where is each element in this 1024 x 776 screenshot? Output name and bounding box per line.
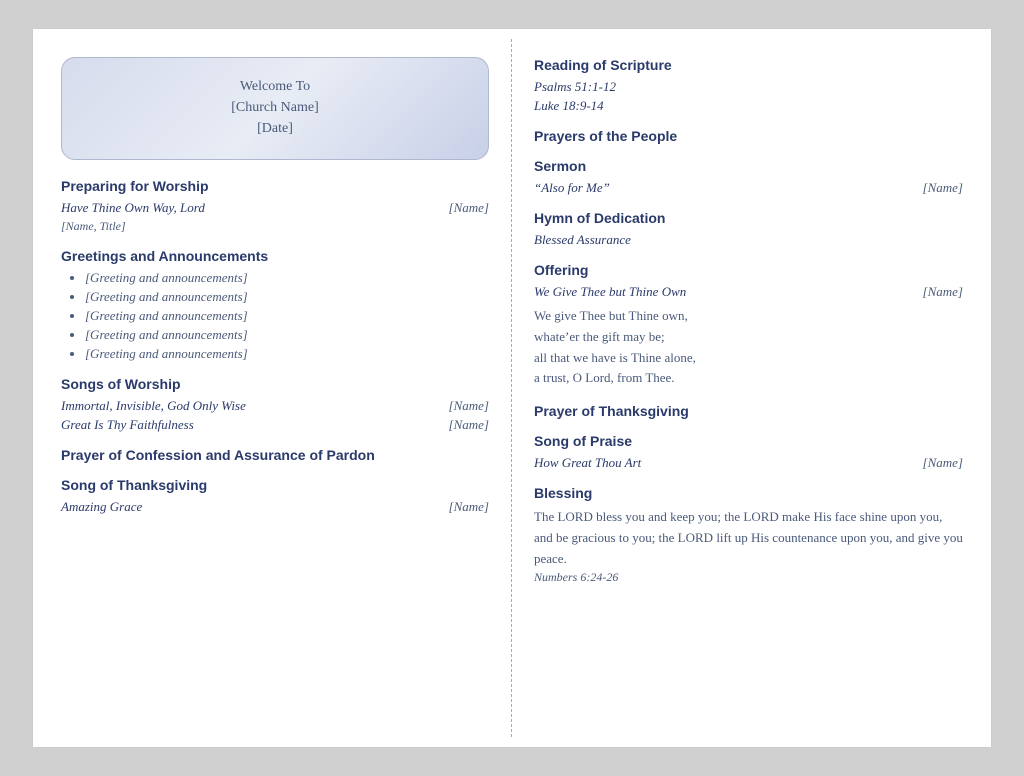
welcome-line2: [Church Name]: [82, 97, 468, 118]
song-how-great-name: [Name]: [923, 455, 963, 471]
offering-text: We give Thee but Thine own, whate’er the…: [534, 306, 963, 389]
section-song-praise-heading: Song of Praise: [534, 433, 963, 449]
welcome-box: Welcome To [Church Name] [Date]: [61, 57, 489, 160]
blessing-text: The LORD bless you and keep you; the LOR…: [534, 507, 963, 569]
welcome-line3: [Date]: [82, 118, 468, 139]
song-have-thine: Have Thine Own Way, Lord [Name]: [61, 200, 489, 216]
scripture-luke: Luke 18:9-14: [534, 98, 963, 114]
section-sermon-heading: Sermon: [534, 158, 963, 174]
blessing-ref: Numbers 6:24-26: [534, 570, 963, 585]
song-great-name: [Name]: [449, 417, 489, 433]
list-item: [Greeting and announcements]: [85, 270, 489, 286]
list-item: [Greeting and announcements]: [85, 327, 489, 343]
list-item: [Greeting and announcements]: [85, 308, 489, 324]
left-panel: Welcome To [Church Name] [Date] Preparin…: [43, 39, 512, 737]
section-prayer-thanksgiving-heading: Prayer of Thanksgiving: [534, 403, 963, 419]
section-prayers-heading: Prayers of the People: [534, 128, 963, 144]
song-amazing-grace-name: [Name]: [449, 499, 489, 515]
song-amazing-grace-title: Amazing Grace: [61, 499, 142, 515]
sermon-song: “Also for Me” [Name]: [534, 180, 963, 196]
hymn-title: Blessed Assurance: [534, 232, 963, 248]
offering-song: We Give Thee but Thine Own [Name]: [534, 284, 963, 300]
section-preparing-heading: Preparing for Worship: [61, 178, 489, 194]
section-offering-heading: Offering: [534, 262, 963, 278]
song-have-thine-name: [Name]: [449, 200, 489, 216]
list-item: [Greeting and announcements]: [85, 289, 489, 305]
page-wrapper: Welcome To [Church Name] [Date] Preparin…: [32, 28, 992, 748]
welcome-line1: Welcome To: [82, 76, 468, 97]
right-panel: Reading of Scripture Psalms 51:1-12 Luke…: [512, 39, 981, 737]
list-item: [Greeting and announcements]: [85, 346, 489, 362]
song-great: Great Is Thy Faithfulness [Name]: [61, 417, 489, 433]
song-how-great-title: How Great Thou Art: [534, 455, 641, 471]
song-immortal-name: [Name]: [449, 398, 489, 414]
greetings-list: [Greeting and announcements] [Greeting a…: [85, 270, 489, 362]
section-scripture-heading: Reading of Scripture: [534, 57, 963, 73]
song-great-title: Great Is Thy Faithfulness: [61, 417, 194, 433]
sermon-title: “Also for Me”: [534, 180, 610, 196]
song-how-great: How Great Thou Art [Name]: [534, 455, 963, 471]
section-songs-heading: Songs of Worship: [61, 376, 489, 392]
offering-song-title: We Give Thee but Thine Own: [534, 284, 686, 300]
section-song-thanksgiving-heading: Song of Thanksgiving: [61, 477, 489, 493]
sermon-name: [Name]: [923, 180, 963, 196]
section-blessing-heading: Blessing: [534, 485, 963, 501]
offering-song-name: [Name]: [923, 284, 963, 300]
section-greetings-heading: Greetings and Announcements: [61, 248, 489, 264]
preparing-subtitle: [Name, Title]: [61, 219, 489, 234]
scripture-psalms: Psalms 51:1-12: [534, 79, 963, 95]
section-prayer-confession-heading: Prayer of Confession and Assurance of Pa…: [61, 447, 489, 463]
song-immortal-title: Immortal, Invisible, God Only Wise: [61, 398, 246, 414]
section-hymn-heading: Hymn of Dedication: [534, 210, 963, 226]
song-have-thine-title: Have Thine Own Way, Lord: [61, 200, 205, 216]
song-amazing-grace: Amazing Grace [Name]: [61, 499, 489, 515]
song-immortal: Immortal, Invisible, God Only Wise [Name…: [61, 398, 489, 414]
